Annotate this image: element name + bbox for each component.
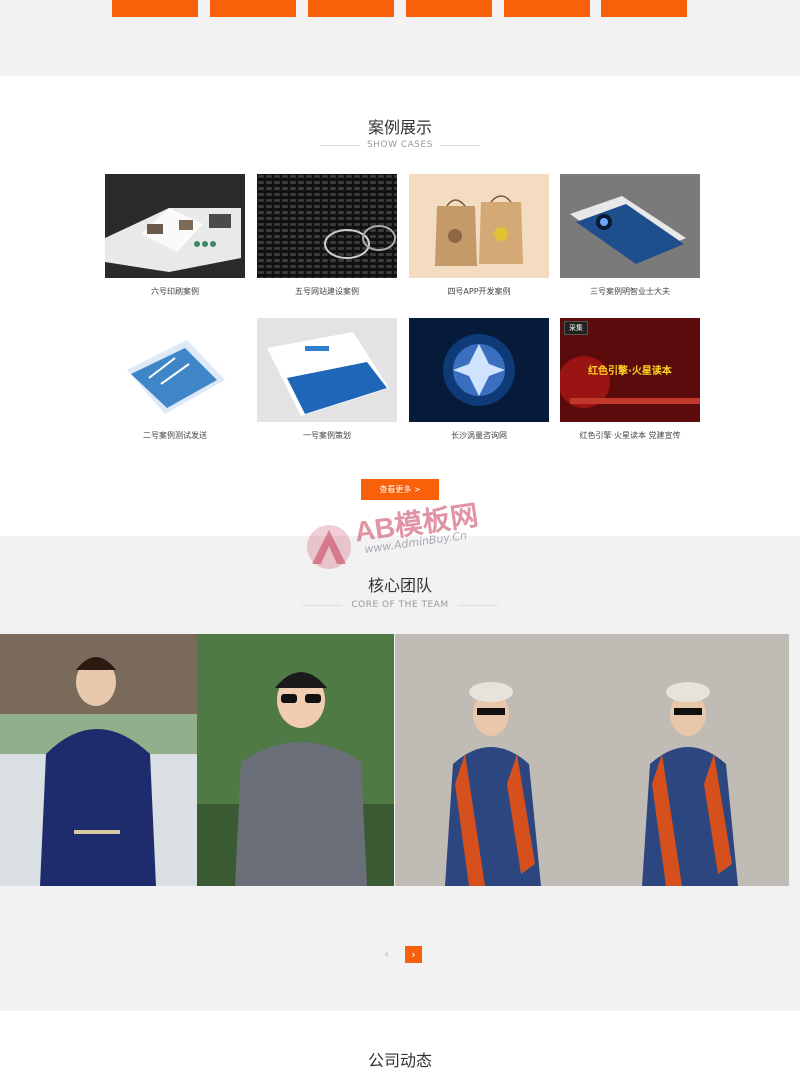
case-image[interactable] bbox=[409, 174, 549, 278]
carousel-prev-icon[interactable]: ‹ bbox=[378, 946, 395, 963]
cases-subtitle: SHOW CASES bbox=[367, 140, 433, 150]
case-image[interactable] bbox=[257, 174, 397, 278]
divider-line bbox=[440, 145, 480, 146]
case-label[interactable]: 三号案例明智业士大夫 bbox=[560, 286, 700, 297]
case-label[interactable]: 二号案例测试发送 bbox=[105, 430, 245, 441]
top-nav-button-2[interactable] bbox=[210, 0, 296, 17]
cases-title: 案例展示 bbox=[367, 118, 432, 137]
carousel-next-icon[interactable]: › bbox=[405, 946, 422, 963]
case-image[interactable] bbox=[105, 174, 245, 278]
news-section: 公司动态 bbox=[0, 1011, 800, 1078]
case-image[interactable] bbox=[105, 318, 245, 422]
case-item[interactable]: 二号案例测试发送 bbox=[105, 318, 245, 441]
team-member-photo[interactable] bbox=[0, 634, 197, 886]
case-label[interactable]: 四号APP开发案例 bbox=[409, 286, 549, 297]
case-item[interactable]: 采集 红色引擎·火星读本 红色引擎·火星读本 党建宣传 bbox=[560, 318, 700, 441]
case-item[interactable]: 六号印刷案例 bbox=[105, 174, 245, 297]
case-item[interactable]: 长沙涡量咨询网 bbox=[409, 318, 549, 441]
case-label[interactable]: 长沙涡量咨询网 bbox=[409, 430, 549, 441]
cases-section: 案例展示 SHOW CASES 六号印刷案例 五号网站建设案例 四号APP开发案… bbox=[0, 76, 800, 536]
case-item[interactable]: 五号网站建设案例 bbox=[257, 174, 397, 297]
case-item[interactable]: 一号案例策划 bbox=[257, 318, 397, 441]
top-nav-button-6[interactable] bbox=[601, 0, 687, 17]
case-item[interactable]: 四号APP开发案例 bbox=[409, 174, 549, 297]
team-member-photo[interactable] bbox=[395, 634, 592, 886]
team-subtitle: CORE OF THE TEAM bbox=[351, 600, 449, 610]
view-more-button[interactable]: 查看更多 > bbox=[361, 479, 439, 500]
case-item[interactable]: 三号案例明智业士大夫 bbox=[560, 174, 700, 297]
case-image[interactable] bbox=[409, 318, 549, 422]
news-title: 公司动态 bbox=[367, 1051, 432, 1070]
top-nav-button-4[interactable] bbox=[406, 0, 492, 17]
watermark-logo: AB模板网 www.AdminBuy.Cn bbox=[302, 499, 512, 580]
case-image[interactable] bbox=[560, 174, 700, 278]
case-label[interactable]: 一号案例策划 bbox=[257, 430, 397, 441]
case-label[interactable]: 五号网站建设案例 bbox=[257, 286, 397, 297]
divider-line bbox=[458, 605, 498, 606]
watermark-icon bbox=[307, 525, 351, 569]
top-nav-button-3[interactable] bbox=[308, 0, 394, 17]
case-badge: 采集 bbox=[564, 321, 588, 335]
team-section: 核心团队 CORE OF THE TEAM ‹ › bbox=[0, 536, 800, 1011]
case-banner: 红色引擎·火星读本 bbox=[588, 366, 672, 377]
top-nav-button-5[interactable] bbox=[504, 0, 590, 17]
case-label[interactable]: 红色引擎·火星读本 党建宣传 bbox=[560, 430, 700, 441]
team-member-photo[interactable] bbox=[197, 634, 394, 886]
team-member-photo[interactable] bbox=[592, 634, 789, 886]
case-label[interactable]: 六号印刷案例 bbox=[105, 286, 245, 297]
top-nav-button-1[interactable] bbox=[112, 0, 198, 17]
case-image[interactable] bbox=[257, 318, 397, 422]
top-strip bbox=[0, 0, 800, 76]
case-image[interactable]: 采集 红色引擎·火星读本 bbox=[560, 318, 700, 422]
